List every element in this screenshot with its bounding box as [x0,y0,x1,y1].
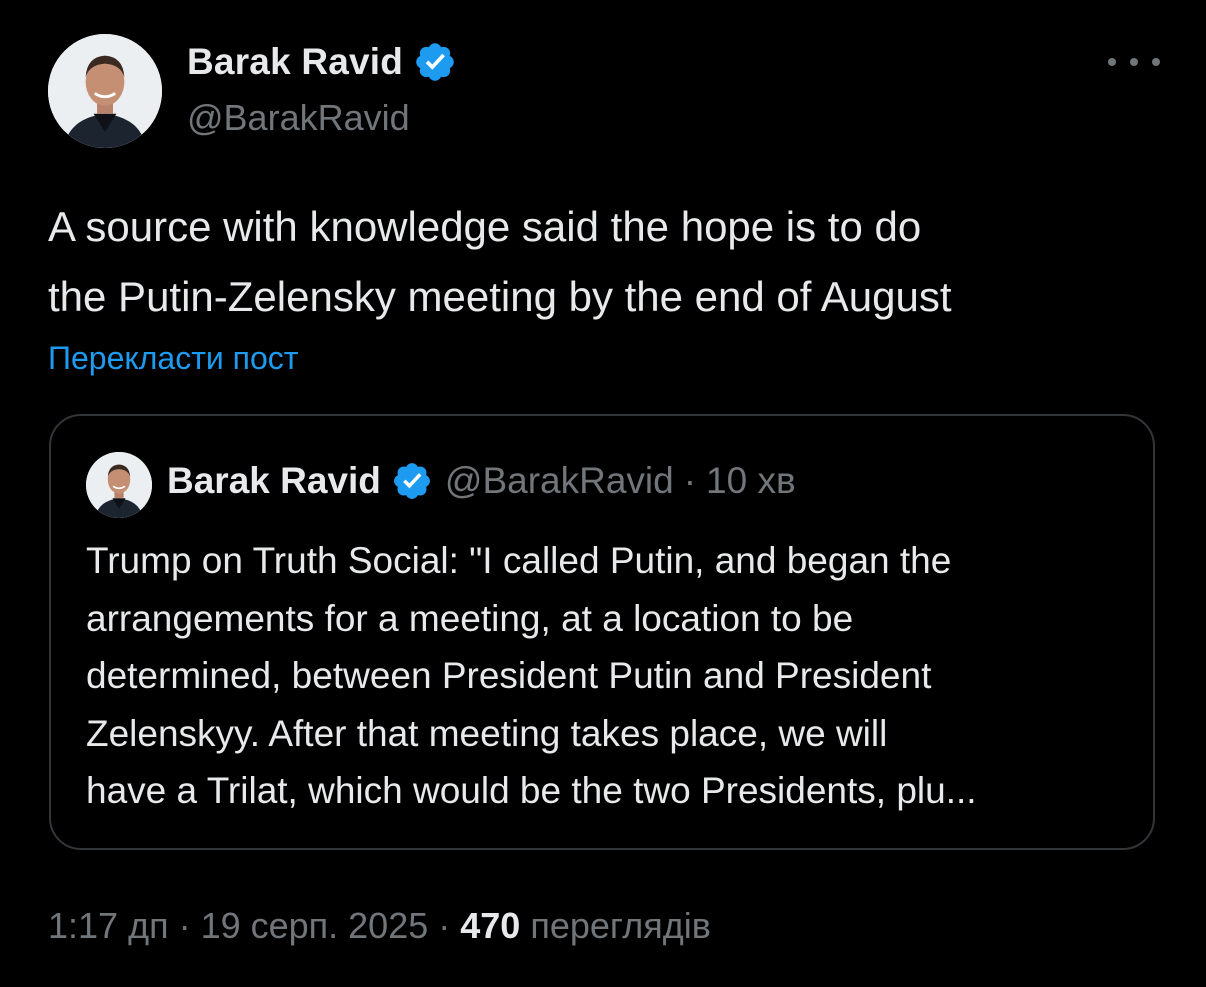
quoted-post-card[interactable]: Barak Ravid @BarakRavid · 10 хв Trump on… [49,414,1155,850]
post-text: A source with knowledge said the hope is… [48,192,1158,332]
avatar-image [86,452,152,518]
author-name-row[interactable]: Barak Ravid [187,40,457,84]
more-dots-icon [1108,58,1116,66]
quote-text-line: Trump on Truth Social: "I called Putin, … [86,540,952,581]
quote-text-line: arrangements for a meeting, at a locatio… [86,597,854,639]
post-text-line: the Putin-Zelensky meeting by the end of… [48,273,952,320]
more-options-button[interactable] [1108,50,1160,74]
author-handle[interactable]: @BarakRavid [187,97,410,139]
quote-header: Barak Ravid @BarakRavid · 10 хв [167,460,796,502]
post-time[interactable]: 1:17 дп [48,905,169,946]
verified-badge-icon [413,40,457,84]
author-name[interactable]: Barak Ravid [187,41,403,83]
verified-badge-icon [391,460,433,502]
author-avatar[interactable] [48,34,162,148]
quote-text-line: have a Trilat, which would be the two Pr… [86,770,977,811]
separator-dot: · [178,905,191,946]
post-date[interactable]: 19 серп. 2025 [201,905,429,946]
quote-timestamp: 10 хв [706,460,796,501]
quote-author-handle: @BarakRavid [444,460,674,501]
post-text-line: A source with knowledge said the hope is… [48,203,922,250]
views-count: 470 [460,905,521,946]
quote-author-name: Barak Ravid [167,460,381,501]
separator-dot: · [683,460,697,501]
quote-text-line: determined, between President Putin and … [86,655,932,696]
translate-post-link[interactable]: Перекласти пост [48,340,298,377]
views-label: переглядів [530,905,711,946]
avatar-image [48,34,162,148]
quote-text: Trump on Truth Social: "I called Putin, … [86,532,1126,820]
post-meta: 1:17 дп · 19 серп. 2025 · 470 переглядів [48,905,711,947]
separator-dot: · [438,905,451,946]
quote-author-avatar [86,452,152,518]
quote-text-line: Zelenskyy. After that meeting takes plac… [86,712,888,754]
